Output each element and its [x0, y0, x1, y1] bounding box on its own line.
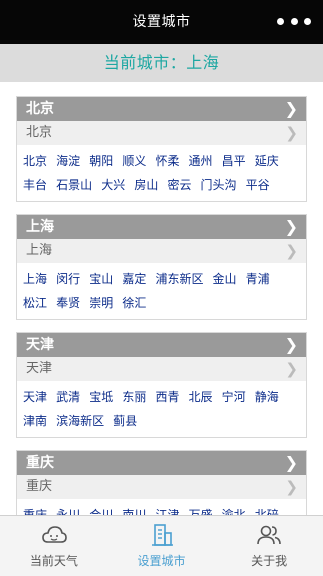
tab-label: 当前天气 [29, 554, 78, 568]
chevron-right-icon: ❯ [285, 478, 298, 496]
district-link[interactable]: 嘉定 [122, 267, 146, 291]
district-link[interactable]: 丰台 [23, 173, 47, 197]
district-link[interactable]: 金山 [213, 267, 237, 291]
district-link[interactable]: 海淀 [56, 149, 80, 173]
building-icon [151, 524, 173, 546]
district-link[interactable]: 天津 [23, 385, 47, 409]
province-shanghai: 上海 ❯ 上海 ❯ 上海 闵行 宝山 嘉定 浦东新区 金山 青浦 松江 奉贤 崇… [16, 214, 307, 320]
district-link[interactable]: 滨海新区 [56, 409, 104, 433]
tab-about[interactable]: 关于我 [215, 516, 323, 576]
district-link[interactable]: 石景山 [56, 173, 92, 197]
district-link[interactable]: 平谷 [246, 173, 270, 197]
district-link[interactable]: 静海 [255, 385, 279, 409]
province-name: 上海 [26, 219, 54, 235]
city-row[interactable]: 上海 ❯ [17, 239, 306, 263]
district-list: 上海 闵行 宝山 嘉定 浦东新区 金山 青浦 松江 奉贤 崇明 徐汇 [17, 263, 306, 319]
province-header[interactable]: 上海 ❯ [17, 215, 306, 239]
city-name: 北京 [26, 125, 53, 140]
province-header[interactable]: 重庆 ❯ [17, 451, 306, 475]
district-link[interactable]: 东丽 [122, 385, 146, 409]
province-name: 北京 [26, 101, 54, 117]
district-link[interactable]: 延庆 [255, 149, 279, 173]
district-link[interactable]: 昌平 [222, 149, 246, 173]
district-link[interactable]: 武清 [56, 385, 80, 409]
district-link[interactable]: 重庆 [23, 503, 47, 515]
district-link[interactable]: 南川 [122, 503, 146, 515]
district-link[interactable]: 宝山 [89, 267, 113, 291]
city-row[interactable]: 重庆 ❯ [17, 475, 306, 499]
province-name: 重庆 [26, 455, 54, 471]
district-link[interactable]: 徐汇 [122, 291, 146, 315]
cloud-icon [42, 526, 67, 543]
title-bar: 设置城市 [0, 0, 323, 44]
district-link[interactable]: 江津 [155, 503, 179, 515]
district-link[interactable]: 门头沟 [201, 173, 237, 197]
tab-label: 设置城市 [137, 554, 186, 568]
district-link[interactable]: 宁河 [222, 385, 246, 409]
district-link[interactable]: 西青 [155, 385, 179, 409]
chevron-right-icon: ❯ [284, 99, 298, 118]
chevron-right-icon: ❯ [285, 124, 298, 142]
district-link[interactable]: 通州 [189, 149, 213, 173]
chevron-right-icon: ❯ [284, 335, 298, 354]
district-list: 天津 武清 宝坻 东丽 西青 北辰 宁河 静海 津南 滨海新区 蓟县 [17, 381, 306, 437]
district-link[interactable]: 浦东新区 [155, 267, 203, 291]
tab-bar: 当前天气 设置城市 关于我 [0, 515, 323, 576]
district-link[interactable]: 上海 [23, 267, 47, 291]
tab-label: 关于我 [251, 554, 288, 568]
district-link[interactable]: 北辰 [189, 385, 213, 409]
province-chongqing: 重庆 ❯ 重庆 ❯ 重庆 永川 合川 南川 江津 万盛 渝北 北碚 [16, 450, 307, 515]
people-icon [257, 525, 281, 545]
district-link[interactable]: 房山 [134, 173, 158, 197]
city-list[interactable]: 北京 ❯ 北京 ❯ 北京 海淀 朝阳 顺义 怀柔 通州 昌平 延庆 丰台 石景山… [0, 82, 323, 515]
province-header[interactable]: 北京 ❯ [17, 97, 306, 121]
district-link[interactable]: 北碚 [255, 503, 279, 515]
province-beijing: 北京 ❯ 北京 ❯ 北京 海淀 朝阳 顺义 怀柔 通州 昌平 延庆 丰台 石景山… [16, 96, 307, 202]
tab-weather[interactable]: 当前天气 [0, 516, 108, 576]
district-link[interactable]: 闵行 [56, 267, 80, 291]
current-city-label: 当前城市：上海 [0, 44, 323, 82]
district-link[interactable]: 密云 [167, 173, 191, 197]
chevron-right-icon: ❯ [284, 217, 298, 236]
district-link[interactable]: 合川 [89, 503, 113, 515]
chevron-right-icon: ❯ [285, 360, 298, 378]
district-link[interactable]: 渝北 [222, 503, 246, 515]
district-link[interactable]: 北京 [23, 149, 47, 173]
city-row[interactable]: 北京 ❯ [17, 121, 306, 145]
district-list: 北京 海淀 朝阳 顺义 怀柔 通州 昌平 延庆 丰台 石景山 大兴 房山 密云 … [17, 145, 306, 201]
district-list: 重庆 永川 合川 南川 江津 万盛 渝北 北碚 [17, 499, 306, 515]
district-link[interactable]: 津南 [23, 409, 47, 433]
district-link[interactable]: 奉贤 [56, 291, 80, 315]
city-name: 天津 [26, 361, 53, 376]
city-name: 重庆 [26, 479, 53, 494]
district-link[interactable]: 青浦 [246, 267, 270, 291]
district-link[interactable]: 怀柔 [155, 149, 179, 173]
tab-set-city[interactable]: 设置城市 [108, 516, 216, 576]
province-tianjin: 天津 ❯ 天津 ❯ 天津 武清 宝坻 东丽 西青 北辰 宁河 静海 津南 滨海新… [16, 332, 307, 438]
district-link[interactable]: 松江 [23, 291, 47, 315]
province-name: 天津 [26, 337, 54, 353]
district-link[interactable]: 万盛 [189, 503, 213, 515]
page-title: 设置城市 [132, 14, 191, 30]
city-name: 上海 [26, 243, 53, 258]
district-link[interactable]: 大兴 [101, 173, 125, 197]
district-link[interactable]: 朝阳 [89, 149, 113, 173]
district-link[interactable]: 永川 [56, 503, 80, 515]
more-menu-icon[interactable] [277, 14, 311, 28]
city-row[interactable]: 天津 ❯ [17, 357, 306, 381]
district-link[interactable]: 顺义 [122, 149, 146, 173]
district-link[interactable]: 崇明 [89, 291, 113, 315]
chevron-right-icon: ❯ [285, 242, 298, 260]
chevron-right-icon: ❯ [284, 453, 298, 472]
province-header[interactable]: 天津 ❯ [17, 333, 306, 357]
district-link[interactable]: 宝坻 [89, 385, 113, 409]
district-link[interactable]: 蓟县 [113, 409, 137, 433]
